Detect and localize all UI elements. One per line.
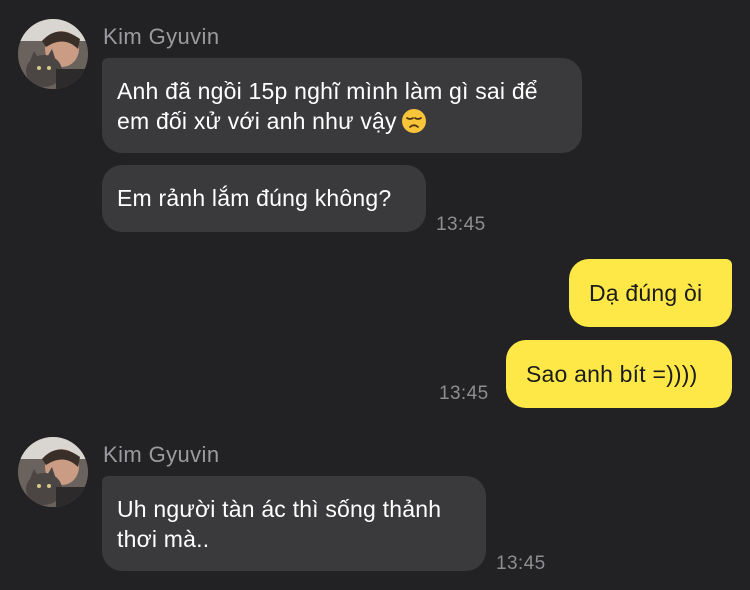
disappointed-face-emoji-icon — [401, 108, 427, 141]
message-timestamp: 13:45 — [496, 553, 546, 574]
message-text: Em rảnh lắm đúng không? — [117, 185, 392, 211]
message-bubble-outgoing[interactable]: Sao anh bít =)))) — [506, 340, 732, 408]
message-bubble[interactable]: Em rảnh lắm đúng không? — [102, 165, 426, 232]
sender-name: Kim Gyuvin — [103, 442, 220, 467]
avatar-photo-icon — [18, 437, 88, 507]
contact-avatar[interactable] — [18, 19, 88, 89]
message-timestamp: 13:45 — [436, 214, 486, 235]
avatar-photo-icon — [18, 19, 88, 89]
contact-avatar[interactable] — [18, 437, 88, 507]
message-text: Sao anh bít =)))) — [526, 361, 698, 387]
message-bubble-outgoing[interactable]: Dạ đúng òi — [569, 259, 732, 327]
message-text: Uh người tàn ác thì sống thảnh thơi mà.. — [117, 496, 442, 552]
message-timestamp: 13:45 — [439, 383, 489, 404]
message-bubble[interactable]: Uh người tàn ác thì sống thảnh thơi mà.. — [102, 476, 486, 571]
message-text: Anh đã ngồi 15p nghĩ mình làm gì sai để … — [117, 78, 538, 134]
message-text: Dạ đúng òi — [589, 280, 703, 306]
sender-name: Kim Gyuvin — [103, 24, 220, 49]
message-bubble[interactable]: Anh đã ngồi 15p nghĩ mình làm gì sai để … — [102, 58, 582, 153]
